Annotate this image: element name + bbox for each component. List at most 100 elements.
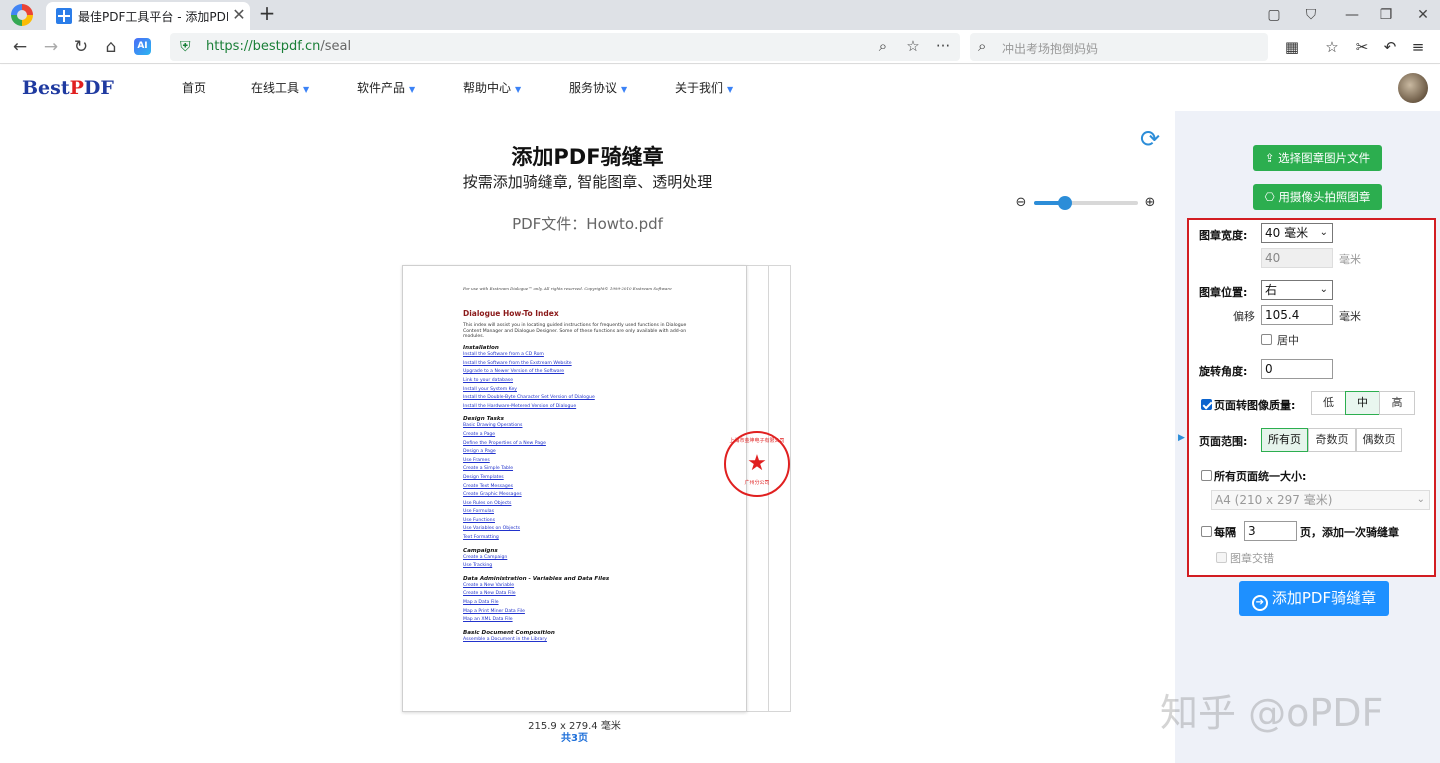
range-even-button[interactable]: 偶数页 — [1356, 428, 1402, 452]
collapse-arrow-icon[interactable]: ▶ — [1178, 433, 1185, 443]
nav-about[interactable]: 关于我们 ▼ — [675, 79, 733, 96]
page-size-select[interactable]: A4 (210 x 297 毫米) ⌄ — [1211, 490, 1430, 510]
browser-logo-icon[interactable] — [11, 4, 33, 26]
back-icon[interactable]: ← — [7, 34, 33, 60]
menu-icon[interactable]: ≡ — [1406, 35, 1430, 59]
undo-icon[interactable]: ↶ — [1378, 35, 1402, 59]
doc-link[interactable]: Create a New Data File — [463, 590, 702, 599]
home-icon[interactable]: ⌂ — [98, 34, 124, 60]
doc-link[interactable]: Use Tracking — [463, 562, 702, 571]
center-checkbox[interactable] — [1261, 334, 1272, 345]
seal-width-unit: 毫米 — [1339, 253, 1361, 266]
ai-icon[interactable]: AI — [134, 38, 151, 55]
new-tab-button[interactable]: + — [256, 3, 278, 25]
zoom-icon[interactable]: ⌕ — [872, 37, 894, 57]
offset-input[interactable]: 105.4 — [1261, 305, 1333, 325]
quality-low-button[interactable]: 低 — [1311, 391, 1346, 415]
doc-link[interactable]: Install the Software from the Exstream W… — [463, 360, 702, 369]
doc-link[interactable]: Use Functions — [463, 517, 702, 526]
every-n-pages-checkbox[interactable] — [1201, 526, 1212, 537]
doc-link[interactable]: Text Formatting — [463, 534, 702, 543]
seal-width-input[interactable]: 40 — [1261, 248, 1333, 268]
doc-link[interactable]: Map an XML Data File — [463, 616, 702, 625]
nav-online-tools-label: 在线工具 — [251, 81, 300, 95]
quality-mid-button[interactable]: 中 — [1345, 391, 1380, 415]
doc-link[interactable]: Map a Data File — [463, 599, 702, 608]
add-seal-submit-label: 添加PDF骑缝章 — [1271, 589, 1377, 607]
unify-size-label: 所有页面统一大小: — [1214, 470, 1307, 483]
nav-home[interactable]: 首页 — [182, 79, 206, 96]
every-n-input[interactable]: 3 — [1244, 521, 1297, 541]
offset-label: 偏移 — [1233, 310, 1255, 323]
doc-link[interactable]: Basic Drawing Operations — [463, 422, 702, 431]
doc-link[interactable]: Create a Campaign — [463, 554, 702, 563]
address-bar[interactable]: ⛨ https://bestpdf.cn/seal ⌕ ☆ ··· — [170, 33, 960, 61]
forward-icon[interactable]: → — [38, 34, 64, 60]
doc-link[interactable]: Use Variables on Objects — [463, 525, 702, 534]
doc-link[interactable]: Create a Page — [463, 431, 702, 440]
browser-tab-active[interactable]: 最佳PDF工具平台 - 添加PDF骑 ✕ — [46, 2, 250, 30]
page-count-link[interactable]: 共3页 — [402, 729, 747, 744]
zoom-out-icon[interactable]: ⊖ — [1012, 194, 1030, 212]
quality-high-button[interactable]: 高 — [1379, 391, 1415, 415]
zoom-slider-thumb[interactable] — [1058, 196, 1073, 210]
doc-link[interactable]: Install the Double-Byte Character Set Ve… — [463, 394, 702, 403]
range-odd-button[interactable]: 奇数页 — [1308, 428, 1356, 452]
doc-link[interactable]: Define the Properties of a New Page — [463, 440, 702, 449]
url-text[interactable]: https://bestpdf.cn/seal — [206, 39, 351, 54]
doc-link[interactable]: Create Text Messages — [463, 483, 702, 492]
shirt-icon[interactable]: ⛉ — [1298, 4, 1324, 26]
doc-sections: Installation Install the Software from a … — [463, 345, 702, 644]
doc-link[interactable]: Create a New Variable — [463, 582, 702, 591]
close-window-icon[interactable]: ✕ — [1410, 4, 1436, 26]
camera-capture-button[interactable]: ⎔ 用摄像头拍照图章 — [1253, 184, 1382, 210]
stagger-checkbox[interactable] — [1216, 552, 1227, 563]
collections-icon[interactable]: ☆ — [1320, 35, 1344, 59]
doc-link[interactable]: Install the Software from a CD Rom — [463, 351, 702, 360]
nav-online-tools[interactable]: 在线工具 ▼ — [251, 79, 309, 96]
doc-link[interactable]: Create a Simple Table — [463, 465, 702, 474]
nav-terms[interactable]: 服务协议 ▼ — [569, 79, 627, 96]
select-seal-image-button[interactable]: ⇪ 选择图章图片文件 — [1253, 145, 1382, 171]
quality-checkbox[interactable] — [1201, 399, 1212, 410]
seal-options-panel: 图章宽度: 40 毫米 ⌄ 40 毫米 图章位置: 右 ⌄ 偏移 105.4 毫米 … — [1187, 218, 1436, 577]
doc-link[interactable]: Assemble a Document in the Library — [463, 636, 702, 645]
zoom-slider[interactable] — [1034, 196, 1138, 210]
zoom-in-icon[interactable]: ⊕ — [1141, 194, 1159, 212]
minimize-icon[interactable]: — — [1339, 4, 1365, 26]
browser-search-input[interactable]: ⌕ 冲出考场抱倒妈妈 — [970, 33, 1268, 61]
tab-close-icon[interactable]: ✕ — [230, 5, 248, 25]
tab-actions-icon[interactable]: ▢ — [1261, 4, 1287, 26]
add-seal-submit-button[interactable]: ➔ 添加PDF骑缝章 — [1239, 581, 1389, 616]
doc-link[interactable]: Map a Print Miner Data File — [463, 608, 702, 617]
restore-icon[interactable]: ❐ — [1373, 4, 1399, 26]
nav-help[interactable]: 帮助中心 ▼ — [463, 79, 521, 96]
doc-link[interactable]: Design a Page — [463, 448, 702, 457]
nav-software[interactable]: 软件产品 ▼ — [357, 79, 415, 96]
reload-icon[interactable]: ↻ — [68, 34, 94, 60]
doc-link[interactable]: Design Templates — [463, 474, 702, 483]
range-all-button[interactable]: 所有页 — [1261, 428, 1308, 452]
more-icon[interactable]: ··· — [932, 37, 954, 57]
every-suffix-label: 页，添加一次骑缝章 — [1300, 526, 1399, 539]
rotation-input[interactable]: 0 — [1261, 359, 1333, 379]
seal-position-select[interactable]: 右 ⌄ — [1261, 280, 1333, 300]
doc-link[interactable]: Install the Hardware-Metered Version of … — [463, 403, 702, 412]
doc-link[interactable]: Use Frames — [463, 457, 702, 466]
avatar[interactable] — [1398, 73, 1428, 103]
star-icon[interactable]: ☆ — [902, 37, 924, 57]
nav-software-label: 软件产品 — [357, 81, 406, 95]
seal-width-select[interactable]: 40 毫米 ⌄ — [1261, 223, 1333, 243]
doc-link[interactable]: Create Graphic Messages — [463, 491, 702, 500]
doc-link[interactable]: Use Formulas — [463, 508, 702, 517]
doc-link[interactable]: Link to your database — [463, 377, 702, 386]
scissors-icon[interactable]: ✂ — [1350, 35, 1374, 59]
refresh-icon[interactable]: ⟳ — [1137, 126, 1163, 152]
doc-link[interactable]: Install your System Key — [463, 386, 702, 395]
doc-link[interactable]: Upgrade to a Newer Version of the Softwa… — [463, 368, 702, 377]
apps-icon[interactable]: ▦ — [1280, 35, 1304, 59]
doc-link[interactable]: Use Rules on Objects — [463, 500, 702, 509]
site-logo[interactable]: BestPDF — [22, 77, 114, 99]
tab-title: 最佳PDF工具平台 - 添加PDF骑 — [78, 10, 228, 24]
unify-size-checkbox[interactable] — [1201, 470, 1212, 481]
